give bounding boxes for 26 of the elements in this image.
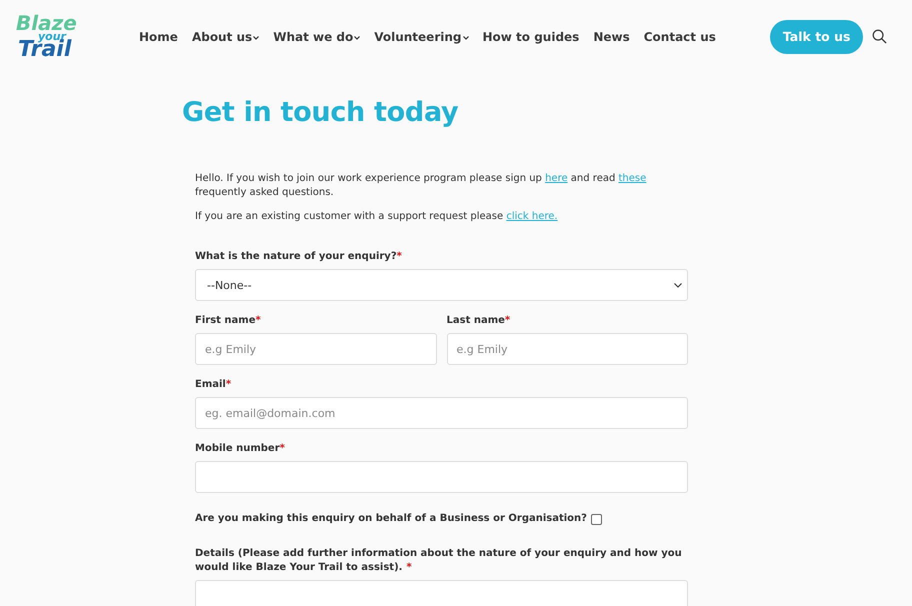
input-field[interactable]: e.g Emily (195, 333, 436, 365)
field-label: Email* (195, 378, 232, 392)
nav-link[interactable]: News (593, 30, 630, 44)
logo[interactable]: Blaze your Trail (16, 14, 84, 60)
nav-link[interactable]: Volunteering (374, 30, 468, 44)
nav-link[interactable]: Home (139, 30, 178, 44)
checkbox[interactable] (590, 514, 602, 524)
field-label: Last name* (446, 314, 512, 328)
input-field[interactable] (195, 461, 688, 493)
nav-link[interactable]: Contact us (644, 30, 716, 44)
field-label: Details (Please add further information about the nature of your enquiry and how you would like Blaze Your Trail to assist). * (195, 547, 683, 575)
enquiry-select[interactable]: --None-- (195, 269, 688, 301)
nav-link[interactable]: About us (192, 30, 260, 44)
intro-paragraph: If you are an existing customer with a support request please click here. (195, 210, 559, 224)
search-icon[interactable] (872, 29, 888, 44)
field-label: Are you making this enquiry on behalf of a Business or Organisation? (195, 512, 587, 526)
nav-link[interactable]: How to guides (482, 30, 580, 44)
field-label: First name* (195, 314, 262, 328)
nav-link[interactable]: What we do (273, 30, 360, 44)
input-field[interactable]: e.g Emily (446, 333, 688, 365)
page-title: Get in touch today (182, 97, 460, 128)
field-label: What is the nature of your enquiry?* (195, 250, 403, 264)
input-field[interactable]: eg. email@domain.com (195, 397, 688, 429)
field-label: Mobile number* (195, 442, 286, 456)
chevron-icon (674, 282, 682, 288)
intro-paragraph: Hello. If you wish to join our work experience program please sign up here and read these frequently asked questions. (195, 172, 648, 200)
